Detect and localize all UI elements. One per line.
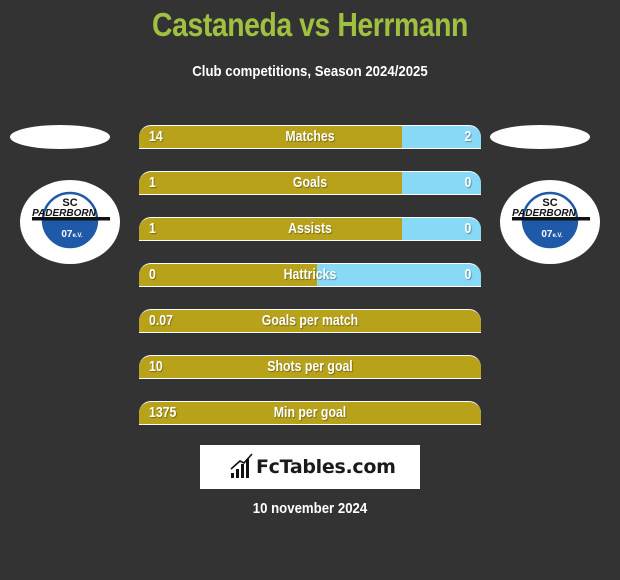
season-subtitle: Club competitions, Season 2024/2025 bbox=[192, 63, 428, 80]
stat-row-min-per-goal: 1375 Min per goal bbox=[139, 401, 481, 425]
svg-text:PADERBORN: PADERBORN bbox=[512, 208, 576, 219]
left-player-photo-placeholder bbox=[10, 125, 110, 149]
right-club-logo[interactable]: SC PADERBORN 07e.V. bbox=[500, 180, 600, 264]
stat-row-hattricks: 0 Hattricks 0 bbox=[139, 263, 481, 287]
right-value: 2 bbox=[464, 128, 471, 145]
stat-label: Hattricks bbox=[283, 266, 337, 283]
page-title: Castaneda vs Herrmann bbox=[152, 6, 468, 43]
bar-chart-trend-icon bbox=[230, 453, 253, 478]
stat-row-goals-per-match: 0.07 Goals per match bbox=[139, 309, 481, 333]
brand-name: FcTables.com bbox=[256, 456, 396, 478]
stat-label: Goals bbox=[292, 174, 328, 191]
sc-paderborn-logo-icon: SC PADERBORN 07e.V. bbox=[32, 191, 110, 249]
stat-row-shots-per-goal: 10 Shots per goal bbox=[139, 355, 481, 379]
stat-row-assists: 1 Assists 0 bbox=[139, 217, 481, 241]
svg-text:PADERBORN: PADERBORN bbox=[32, 208, 96, 219]
left-value: 0 bbox=[149, 266, 156, 283]
left-value: 1 bbox=[149, 220, 156, 237]
left-club-logo[interactable]: SC PADERBORN 07e.V. bbox=[20, 180, 120, 264]
stat-row-goals: 1 Goals 0 bbox=[139, 171, 481, 195]
left-value: 14 bbox=[149, 128, 163, 145]
right-value: 0 bbox=[464, 174, 471, 191]
stat-label: Goals per match bbox=[261, 312, 359, 329]
right-player-photo-placeholder bbox=[490, 125, 590, 149]
report-date: 10 november 2024 bbox=[252, 500, 368, 517]
left-value: 10 bbox=[149, 358, 163, 375]
sc-paderborn-logo-icon: SC PADERBORN 07e.V. bbox=[512, 191, 590, 249]
right-value: 0 bbox=[464, 266, 471, 283]
left-value: 1 bbox=[149, 174, 156, 191]
stat-row-matches: 14 Matches 2 bbox=[139, 125, 481, 149]
stat-label: Matches bbox=[285, 128, 335, 145]
stat-label: Assists bbox=[288, 220, 332, 237]
fctables-brand-banner[interactable]: FcTables.com bbox=[200, 445, 420, 489]
stat-label: Shots per goal bbox=[267, 358, 353, 375]
right-value: 0 bbox=[464, 220, 471, 237]
stat-label: Min per goal bbox=[273, 404, 347, 421]
